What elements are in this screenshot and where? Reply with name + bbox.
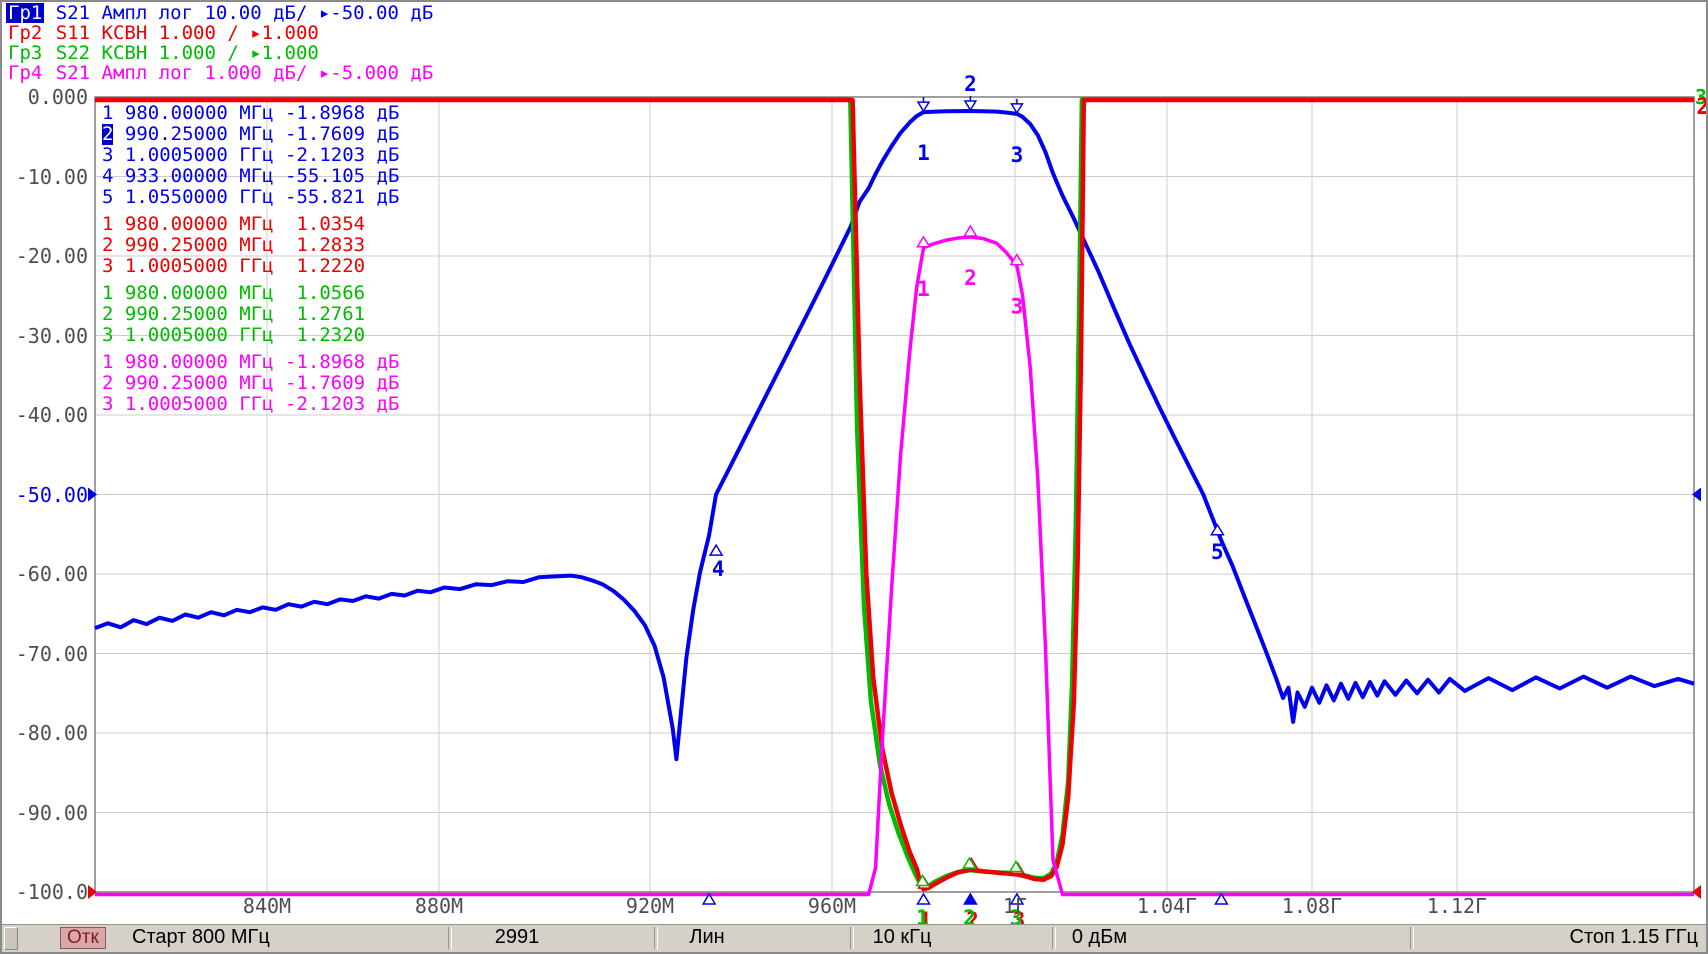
marker-row-s21-3[interactable]: 3 1.0005000 ГГц -2.1203 дБ xyxy=(102,145,399,166)
marker-label-s21zoom-2: 2 xyxy=(964,266,977,290)
y-tick-0: 0.000 xyxy=(2,86,88,108)
marker-label-s21-4: 4 xyxy=(712,557,725,581)
x-tick-960m: 960М xyxy=(777,894,887,918)
sweep-type[interactable]: Лин xyxy=(662,925,752,951)
output-power[interactable]: 0 дБм xyxy=(1057,925,1142,951)
marker-label-s21-2: 2 xyxy=(964,72,977,96)
if-bandwidth[interactable]: 10 кГц xyxy=(857,925,947,951)
marker-row-s11-2[interactable]: 2 990.25000 МГц 1.2833 xyxy=(102,235,399,256)
y-tick-10: -10.00 xyxy=(2,166,88,188)
marker-row-s22-2[interactable]: 2 990.25000 МГц 1.2761 xyxy=(102,304,399,325)
y-tick-70: -70.00 xyxy=(2,643,88,665)
y-tick-90: -90.00 xyxy=(2,802,88,824)
marker-row-s21zoom-2[interactable]: 2 990.25000 МГц -1.7609 дБ xyxy=(102,373,399,394)
marker-row-s21-5[interactable]: 5 1.0550000 ГГц -55.821 дБ xyxy=(102,187,399,208)
marker-label-s21zoom-3: 3 xyxy=(1011,295,1024,319)
statusbar-separator xyxy=(654,927,658,949)
marker-label-s21-3: 3 xyxy=(1011,143,1024,167)
x-tick-840m: 840М xyxy=(212,894,322,918)
edge-indicator-s11: 2 xyxy=(1696,95,1708,120)
correction-off-indicator[interactable]: Отк xyxy=(60,927,106,949)
start-frequency[interactable]: Старт 800 МГц xyxy=(132,925,270,951)
marker-label-s21-5: 5 xyxy=(1211,540,1224,564)
y-tick-100: -100.0 xyxy=(2,881,88,903)
stop-frequency[interactable]: Стоп 1.15 ГГц xyxy=(1570,925,1699,951)
marker-row-s21-4[interactable]: 4 933.00000 МГц -55.105 дБ xyxy=(102,166,399,187)
marker-row-s22-1[interactable]: 1 980.00000 МГц 1.0566 xyxy=(102,283,399,304)
y-tick-60: -60.00 xyxy=(2,563,88,585)
statusbar-separator xyxy=(448,927,452,949)
marker-row-s11-3[interactable]: 3 1.0005000 ГГц 1.2220 xyxy=(102,256,399,277)
x-tick-880m: 880М xyxy=(384,894,494,918)
statusbar-separator xyxy=(850,927,854,949)
y-tick-20: -20.00 xyxy=(2,245,88,267)
marker-row-s21zoom-1[interactable]: 1 980.00000 МГц -1.8968 дБ xyxy=(102,352,399,373)
vna-application-window: Гр1 S21 Ампл лог 10.00 дБ/ ▸-50.00 дБ Гр… xyxy=(0,0,1708,954)
marker-row-s11-1[interactable]: 1 980.00000 МГц 1.0354 xyxy=(102,214,399,235)
marker-row-s21-2[interactable]: 2 990.25000 МГц -1.7609 дБ xyxy=(102,124,399,145)
y-tick-50-reference[interactable]: -50.00 xyxy=(2,484,88,506)
marker-label-s21-1: 1 xyxy=(917,141,930,165)
sweep-points[interactable]: 2991 xyxy=(462,925,572,951)
x-tick-1-12g: 1.12Г xyxy=(1402,894,1512,918)
statusbar-separator xyxy=(1052,927,1056,949)
y-tick-80: -80.00 xyxy=(2,722,88,744)
marker-table: 1 980.00000 МГц -1.8968 дБ 2 990.25000 М… xyxy=(102,103,399,415)
marker-row-s22-3[interactable]: 3 1.0005000 ГГц 1.2320 xyxy=(102,325,399,346)
x-tick-1g: 1Г xyxy=(960,894,1070,918)
y-tick-40: -40.00 xyxy=(2,404,88,426)
statusbar-handle[interactable] xyxy=(4,927,18,950)
x-tick-1-04g: 1.04Г xyxy=(1112,894,1222,918)
statusbar-separator xyxy=(1410,927,1414,949)
marker-row-s21-1[interactable]: 1 980.00000 МГц -1.8968 дБ xyxy=(102,103,399,124)
marker-axis-triangle-1[interactable] xyxy=(918,894,930,904)
marker-row-s21zoom-3[interactable]: 3 1.0005000 ГГц -2.1203 дБ xyxy=(102,394,399,415)
x-tick-920m: 920М xyxy=(595,894,705,918)
status-bar: Отк Старт 800 МГц 2991 Лин 10 кГц 0 дБм … xyxy=(2,924,1706,952)
x-tick-1-08g: 1.08Г xyxy=(1257,894,1367,918)
marker-label-s21zoom-1: 1 xyxy=(917,277,930,301)
y-tick-30: -30.00 xyxy=(2,325,88,347)
